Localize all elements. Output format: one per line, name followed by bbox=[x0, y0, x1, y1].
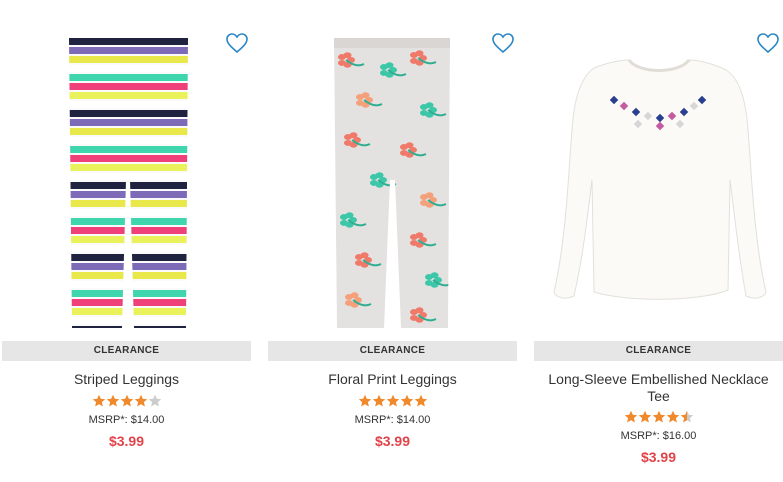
msrp-price: MSRP*: $14.00 bbox=[88, 414, 165, 426]
clearance-badge: CLEARANCE bbox=[2, 341, 251, 361]
striped-leggings-image[interactable] bbox=[2, 30, 251, 335]
product-card: CLEARANCE Floral Print Leggings MSRP*: $… bbox=[268, 0, 517, 482]
star-half-icon bbox=[680, 410, 693, 423]
star-filled-icon bbox=[92, 394, 105, 407]
star-filled-icon bbox=[652, 410, 665, 423]
clearance-badge: CLEARANCE bbox=[268, 341, 517, 361]
product-grid: CLEARANCE Striped Leggings MSRP*: $14.00… bbox=[0, 0, 783, 482]
sale-price: $3.99 bbox=[108, 433, 145, 449]
floral-leggings-image[interactable] bbox=[268, 30, 517, 335]
star-filled-icon bbox=[666, 410, 679, 423]
msrp-price: MSRP*: $16.00 bbox=[620, 430, 697, 442]
star-filled-icon bbox=[134, 394, 147, 407]
star-rating bbox=[534, 410, 783, 424]
sale-price: $3.99 bbox=[640, 449, 677, 465]
star-rating bbox=[268, 394, 517, 408]
necklace-tee-image[interactable] bbox=[534, 30, 783, 335]
star-filled-icon bbox=[414, 394, 427, 407]
clearance-badge: CLEARANCE bbox=[534, 341, 783, 361]
star-filled-icon bbox=[372, 394, 385, 407]
star-rating bbox=[2, 394, 251, 408]
product-name-link[interactable]: Striped Leggings bbox=[8, 371, 245, 388]
product-card: CLEARANCE Long-Sleeve Embellished Neckla… bbox=[534, 0, 783, 482]
heart-outline-icon[interactable] bbox=[756, 32, 780, 54]
star-filled-icon bbox=[358, 394, 371, 407]
heart-outline-icon[interactable] bbox=[491, 32, 515, 54]
product-name-link[interactable]: Long-Sleeve Embellished Necklace Tee bbox=[540, 371, 777, 405]
msrp-price: MSRP*: $14.00 bbox=[354, 414, 431, 426]
heart-outline-icon[interactable] bbox=[225, 32, 249, 54]
sale-price: $3.99 bbox=[374, 433, 411, 449]
product-name-link[interactable]: Floral Print Leggings bbox=[274, 371, 511, 388]
star-filled-icon bbox=[386, 394, 399, 407]
star-empty-icon bbox=[148, 394, 161, 407]
product-card: CLEARANCE Striped Leggings MSRP*: $14.00… bbox=[2, 0, 251, 482]
star-filled-icon bbox=[400, 394, 413, 407]
star-filled-icon bbox=[638, 410, 651, 423]
star-filled-icon bbox=[106, 394, 119, 407]
star-filled-icon bbox=[624, 410, 637, 423]
star-filled-icon bbox=[120, 394, 133, 407]
